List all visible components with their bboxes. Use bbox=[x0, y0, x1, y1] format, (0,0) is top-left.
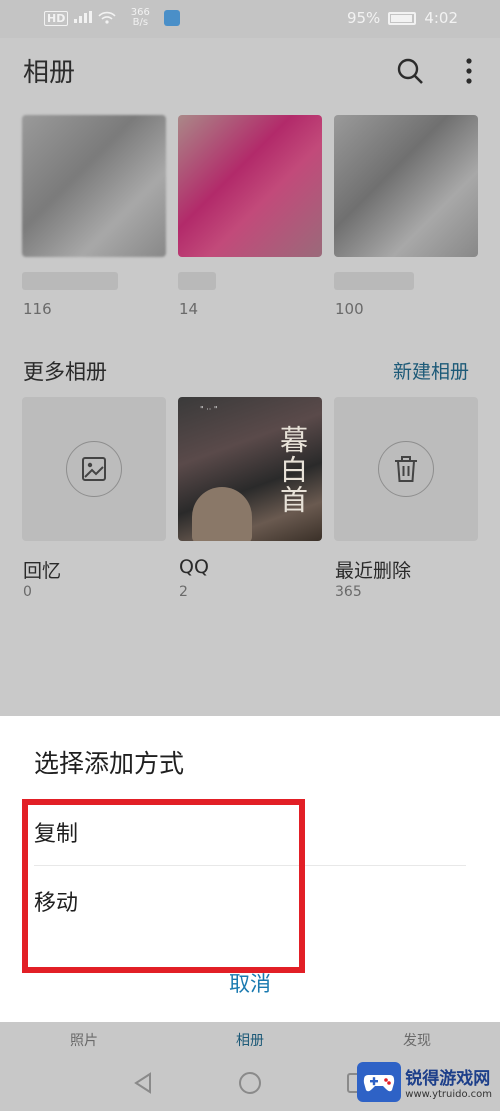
watermark-text: 锐得游戏网 www.ytruido.com bbox=[405, 1064, 492, 1100]
album-tile-recently-deleted[interactable] bbox=[334, 397, 478, 541]
watermark: 锐得游戏网 www.ytruido.com bbox=[357, 1062, 492, 1102]
status-left: HD 366 B/s bbox=[44, 7, 181, 28]
home-icon[interactable] bbox=[237, 1070, 263, 1096]
new-album-button[interactable]: 新建相册 bbox=[393, 357, 469, 384]
album-tile-qq[interactable]: " ·· " 暮白首 bbox=[178, 397, 322, 541]
back-icon[interactable] bbox=[130, 1070, 156, 1096]
album-name: QQ bbox=[179, 556, 209, 578]
album-name: 回忆 bbox=[23, 560, 62, 582]
status-bar: HD 366 B/s 95% 4:02 bbox=[0, 0, 500, 38]
battery-fill bbox=[391, 14, 413, 22]
poster-tagline-icon: " ·· " bbox=[200, 405, 218, 414]
poster-figure-icon bbox=[192, 487, 252, 541]
album-thumbnail[interactable] bbox=[22, 115, 166, 257]
watermark-title: 锐得游戏网 bbox=[405, 1069, 491, 1089]
bottom-nav: 照片 相册 发现 bbox=[0, 1022, 500, 1058]
album-count: 100 bbox=[335, 300, 364, 318]
signal-icon bbox=[74, 10, 93, 26]
trash-icon bbox=[378, 441, 434, 497]
app-bar: 相册 bbox=[0, 38, 500, 110]
app-notification-icon bbox=[164, 10, 181, 26]
highlight-box bbox=[22, 799, 305, 973]
more-albums-title: 更多相册 bbox=[23, 360, 107, 384]
sheet-title: 选择添加方式 bbox=[34, 749, 185, 778]
page-title: 相册 bbox=[23, 58, 76, 88]
album-thumbnail[interactable] bbox=[334, 115, 478, 257]
album-count: 365 bbox=[335, 584, 362, 600]
album-count: 0 bbox=[23, 584, 32, 600]
cancel-button[interactable]: 取消 bbox=[200, 968, 300, 1004]
image-icon bbox=[66, 441, 122, 497]
album-thumbnail[interactable] bbox=[178, 115, 322, 257]
album-count: 116 bbox=[23, 300, 52, 318]
album-tile-memories[interactable] bbox=[22, 397, 166, 541]
album-name-blurred bbox=[178, 272, 216, 290]
watermark-url: www.ytruido.com bbox=[405, 1089, 492, 1100]
network-speed: 366 B/s bbox=[130, 7, 150, 28]
tab-photos[interactable]: 照片 bbox=[70, 1030, 98, 1050]
tab-discover[interactable]: 发现 bbox=[403, 1030, 431, 1050]
search-icon[interactable] bbox=[393, 54, 427, 88]
gamepad-logo-icon bbox=[357, 1062, 402, 1102]
wifi-hotspot-icon bbox=[98, 10, 116, 27]
add-method-sheet: 选择添加方式 复制 移动 取消 bbox=[0, 716, 500, 1022]
album-count: 2 bbox=[179, 584, 188, 600]
tab-albums[interactable]: 相册 bbox=[236, 1030, 264, 1050]
hd-badge: HD bbox=[44, 10, 69, 26]
album-count: 14 bbox=[179, 300, 199, 318]
battery-icon bbox=[388, 11, 417, 25]
album-name: 最近删除 bbox=[335, 560, 412, 582]
album-name-blurred bbox=[334, 272, 414, 290]
battery-percent: 95% bbox=[346, 9, 381, 27]
clock: 4:02 bbox=[424, 9, 458, 27]
album-name-blurred bbox=[22, 272, 118, 290]
status-right: 95% 4:02 bbox=[347, 9, 458, 27]
poster-title: 暮白首 bbox=[276, 425, 309, 515]
more-vertical-icon[interactable] bbox=[452, 54, 486, 88]
